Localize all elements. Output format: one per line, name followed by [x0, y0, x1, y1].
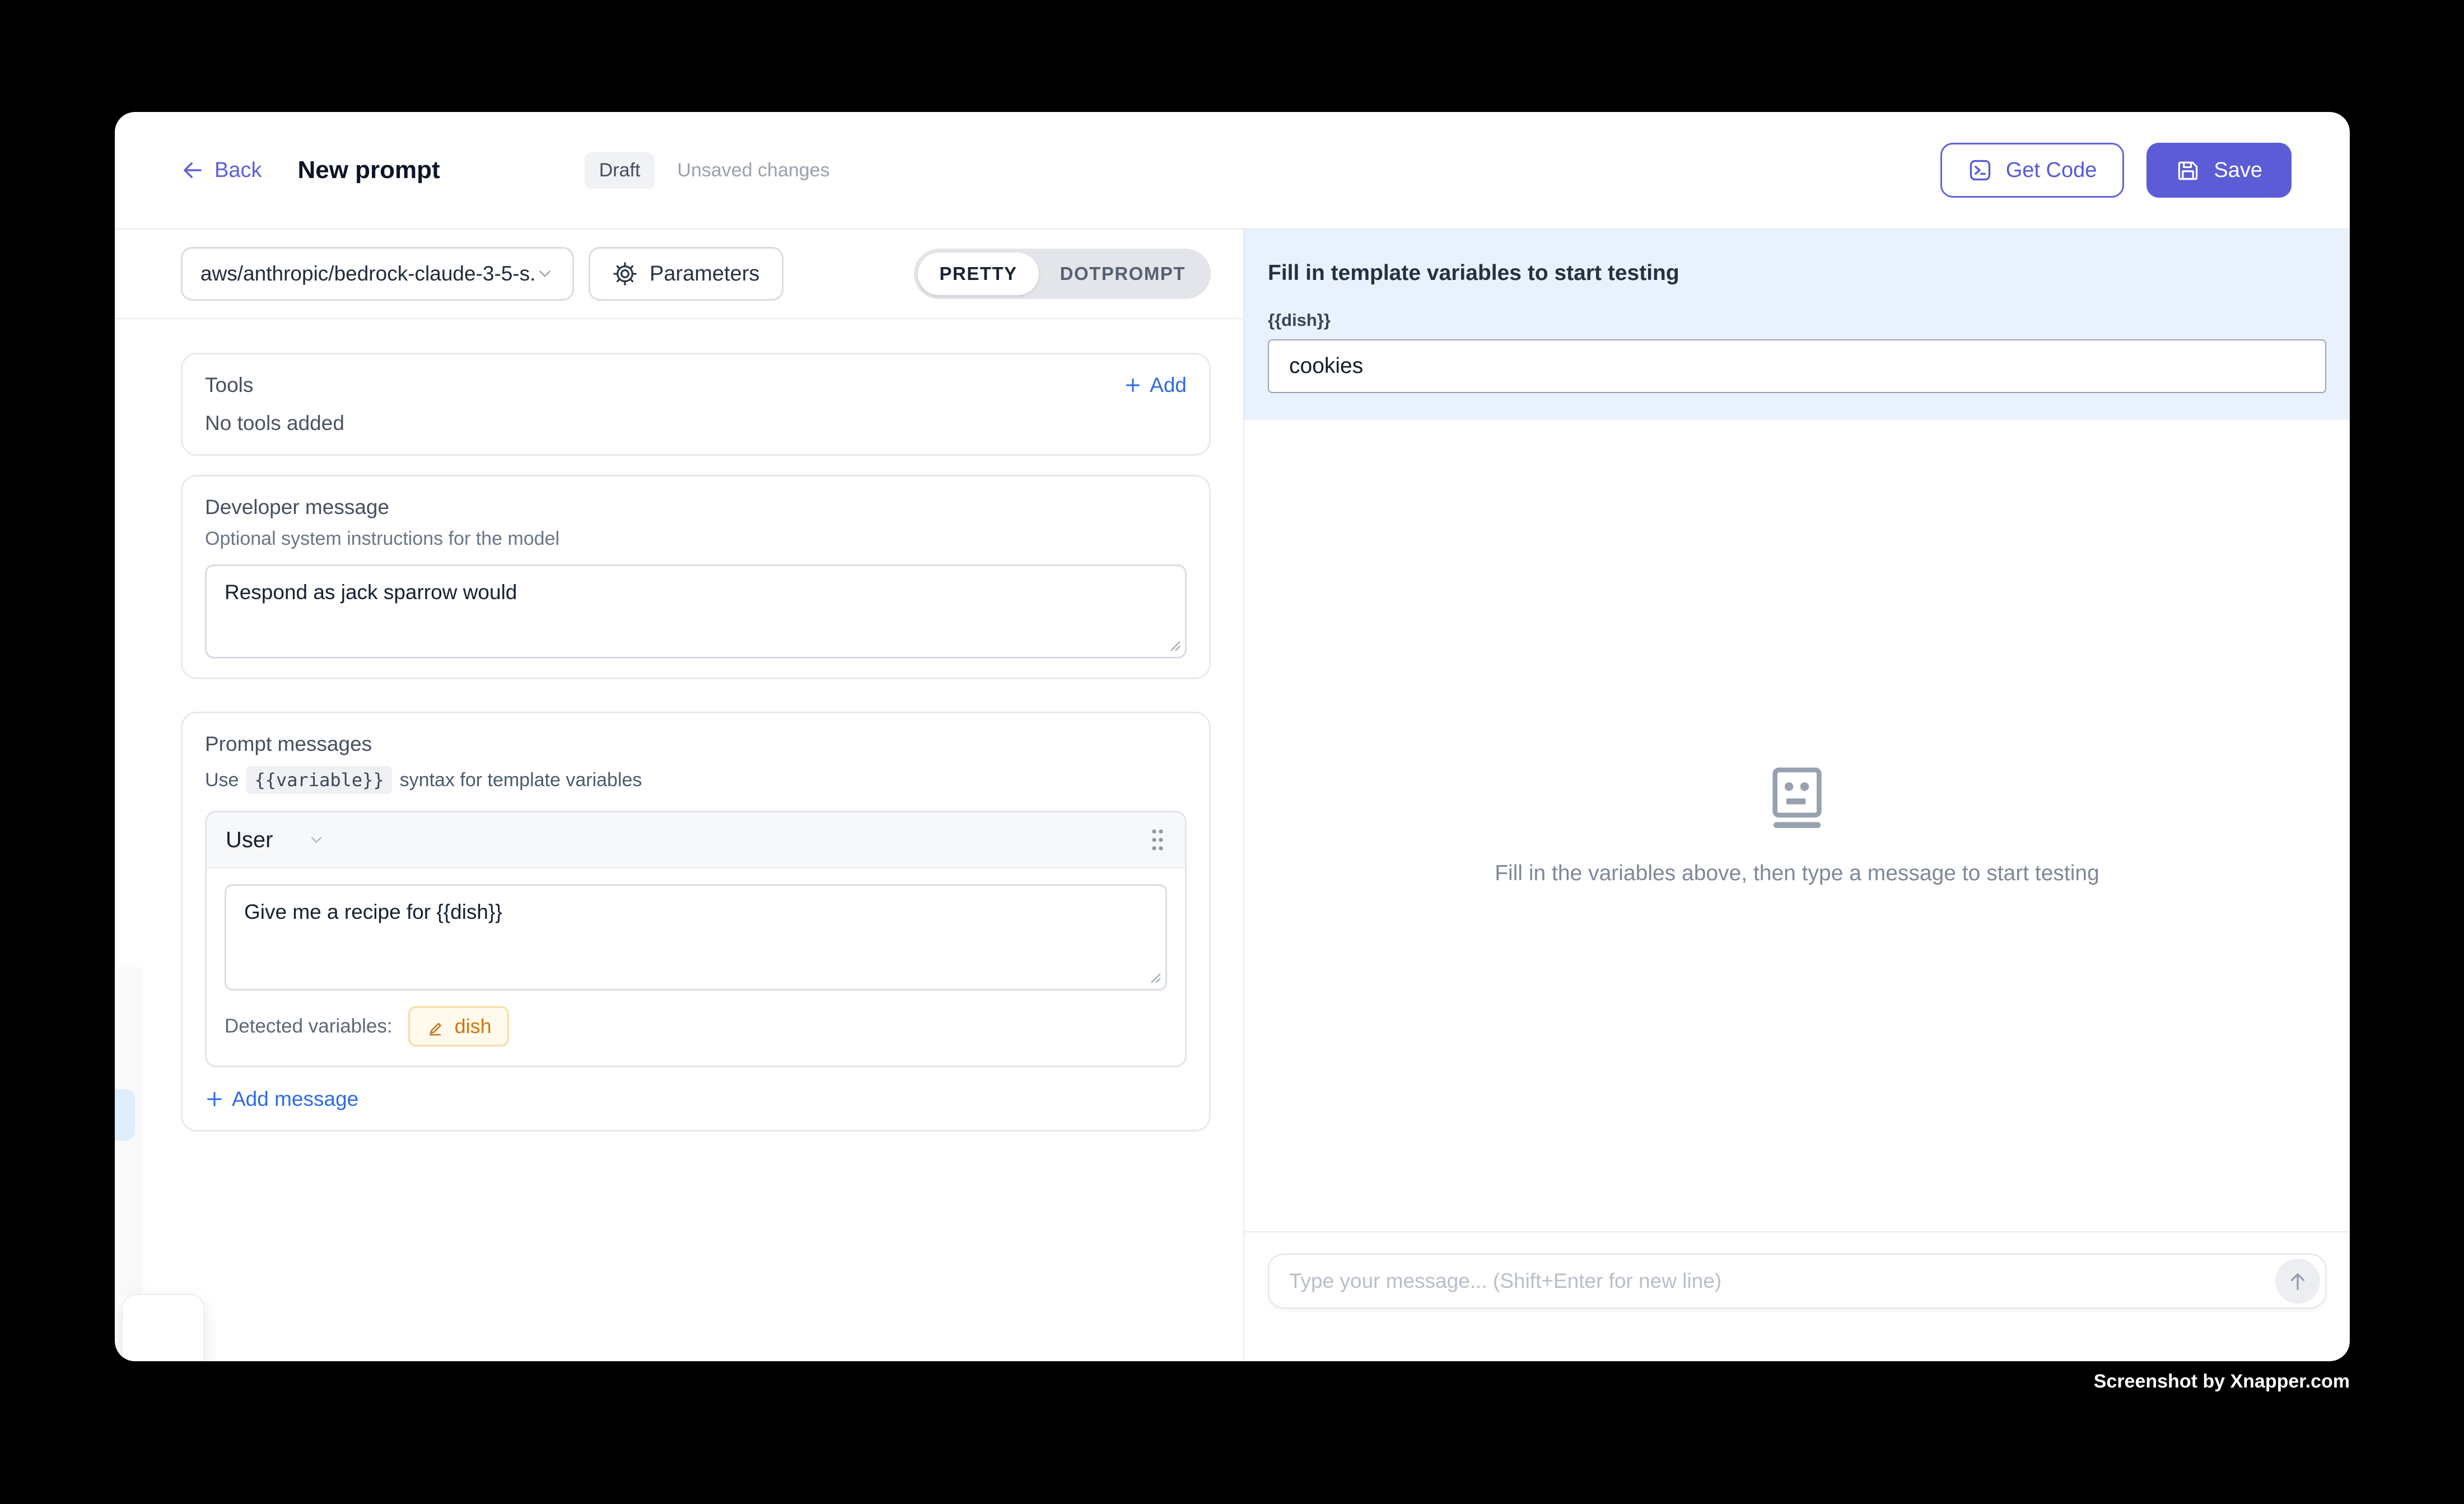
tools-empty-text: No tools added — [205, 412, 1187, 435]
plus-icon — [205, 1090, 224, 1109]
message-item: User — [205, 811, 1187, 1067]
chat-message-input[interactable] — [1269, 1255, 2325, 1307]
arrow-left-icon — [181, 158, 204, 182]
bottom-left-floating-card — [122, 1294, 204, 1361]
message-textarea[interactable]: Give me a recipe for {{dish}} — [225, 884, 1167, 991]
add-message-button[interactable]: Add message — [205, 1087, 1187, 1111]
terminal-square-icon — [1968, 158, 1992, 183]
status-badge: Draft — [585, 152, 655, 189]
toggle-dotprompt[interactable]: DOTPROMPT — [1039, 253, 1207, 295]
developer-message-title: Developer message — [205, 496, 1187, 519]
add-message-label: Add message — [232, 1087, 358, 1111]
page-title: New prompt — [297, 156, 440, 184]
role-value: User — [226, 828, 273, 853]
toggle-pretty[interactable]: PRETTY — [918, 253, 1038, 295]
tools-card: Tools Add No tools added — [181, 353, 1211, 456]
editor-toolbar: aws/anthropic/bedrock-claude-3-5-s... — [115, 230, 1243, 319]
view-mode-toggle: PRETTY DOTPROMPT — [914, 249, 1211, 299]
add-tool-button[interactable]: Add — [1124, 373, 1187, 397]
robot-face-icon — [1770, 766, 1824, 829]
back-label: Back — [214, 158, 262, 183]
arrow-up-icon — [2286, 1269, 2309, 1293]
developer-message-subtitle: Optional system instructions for the mod… — [205, 528, 1187, 550]
model-selector-value: aws/anthropic/bedrock-claude-3-5-s... — [200, 262, 535, 286]
chat-input-row — [1244, 1232, 2350, 1361]
tools-title: Tools — [205, 373, 253, 397]
prompt-editor-pane: aws/anthropic/bedrock-claude-3-5-s... — [115, 230, 1244, 1361]
subtitle-suffix: syntax for template variables — [400, 769, 642, 791]
variable-name-label: {{dish}} — [1268, 310, 2326, 330]
template-variables-section: Fill in template variables to start test… — [1244, 230, 2350, 420]
save-icon — [2176, 158, 2200, 183]
developer-message-textarea[interactable]: Respond as jack sparrow would — [205, 564, 1187, 658]
back-button[interactable]: Back — [181, 158, 262, 183]
subtitle-prefix: Use — [205, 769, 239, 791]
get-code-button[interactable]: Get Code — [1940, 143, 2125, 198]
variable-badge-dish[interactable]: dish — [408, 1006, 509, 1047]
variable-syntax-chip: {{variable}} — [246, 766, 391, 794]
chat-input-container — [1268, 1254, 2326, 1309]
role-selector[interactable]: User — [226, 828, 325, 853]
prompt-messages-subtitle: Use {{variable}} syntax for template var… — [205, 766, 1187, 794]
get-code-label: Get Code — [2006, 158, 2097, 183]
variable-badge-label: dish — [455, 1015, 492, 1038]
test-pane: Fill in template variables to start test… — [1244, 230, 2350, 1361]
model-selector[interactable]: aws/anthropic/bedrock-claude-3-5-s... — [181, 247, 574, 301]
prompt-messages-title: Prompt messages — [205, 732, 1187, 756]
chat-empty-state: Fill in the variables above, then type a… — [1244, 420, 2350, 1232]
add-tool-label: Add — [1150, 373, 1187, 397]
variables-heading: Fill in template variables to start test… — [1268, 261, 2326, 286]
developer-message-card: Developer message Optional system instru… — [181, 475, 1211, 679]
main-split: aws/anthropic/bedrock-claude-3-5-s... — [115, 230, 2350, 1361]
detected-variables-row: Detected variables: dish — [225, 1006, 1167, 1047]
drag-handle-icon[interactable] — [1149, 826, 1166, 853]
parameters-label: Parameters — [650, 262, 759, 286]
save-label: Save — [2214, 158, 2262, 183]
message-body: Give me a recipe for {{dish}} Detected v… — [207, 868, 1185, 1066]
chevron-down-icon — [535, 264, 554, 283]
save-button[interactable]: Save — [2146, 143, 2292, 198]
plus-icon — [1124, 376, 1142, 394]
parameters-button[interactable]: Parameters — [589, 247, 783, 301]
pencil-icon — [426, 1016, 446, 1036]
send-button[interactable] — [2275, 1259, 2320, 1304]
editor-content: Tools Add No tools added — [115, 319, 1243, 1361]
left-drawer-selected-chip[interactable] — [115, 1089, 135, 1141]
prompt-messages-card: Prompt messages Use {{variable}} syntax … — [181, 712, 1211, 1132]
unsaved-changes-text: Unsaved changes — [677, 160, 829, 181]
chevron-down-icon — [307, 831, 325, 849]
app-window: Back New prompt Draft Unsaved changes Ge… — [115, 112, 2350, 1361]
empty-state-text: Fill in the variables above, then type a… — [1495, 861, 2099, 886]
message-header: User — [207, 812, 1185, 868]
watermark-text: Screenshot by Xnapper.com — [2094, 1371, 2350, 1393]
variable-value-input[interactable] — [1268, 339, 2326, 393]
detected-variables-label: Detected variables: — [225, 1015, 393, 1038]
app-header: Back New prompt Draft Unsaved changes Ge… — [115, 112, 2350, 230]
gear-icon — [613, 261, 637, 286]
